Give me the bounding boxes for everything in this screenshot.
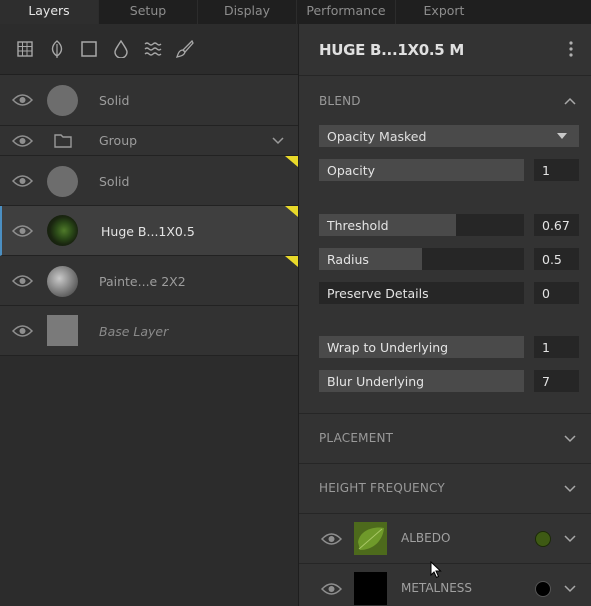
layer-name: Painte...e 2X2 — [99, 274, 186, 289]
warning-corner-marker — [285, 256, 298, 267]
waves-icon[interactable] — [144, 40, 162, 58]
layer-row-group[interactable]: Group — [0, 126, 298, 156]
preserve-details-value-field[interactable]: 0 — [534, 282, 579, 304]
layers-panel: Solid Group Solid Huge B...1X0.5 Painte.… — [0, 24, 298, 606]
panel-title: HUGE B...1X0.5 M — [319, 41, 464, 59]
layer-thumbnail — [47, 166, 78, 197]
threshold-slider[interactable]: Threshold — [319, 214, 524, 236]
layer-row-base[interactable]: Base Layer — [0, 306, 298, 356]
radius-slider[interactable]: Radius — [319, 248, 524, 270]
metalness-color-swatch[interactable] — [535, 581, 551, 597]
eye-icon[interactable] — [12, 274, 33, 288]
threshold-value-field[interactable]: 0.67 — [534, 214, 579, 236]
albedo-thumbnail — [354, 522, 387, 555]
chevron-up-icon[interactable] — [564, 97, 576, 105]
channel-row-albedo[interactable]: ALBEDO — [299, 513, 591, 563]
opacity-value-field[interactable]: 1 — [534, 159, 579, 181]
slider-label: Preserve Details — [327, 286, 429, 301]
field-value: 7 — [542, 374, 550, 389]
layer-row-solid-1[interactable]: Solid — [0, 75, 298, 126]
tab-bar: Layers Setup Display Performance Export — [0, 0, 591, 24]
layer-row-solid-2[interactable]: Solid — [0, 156, 298, 206]
wrap-to-underlying-value-field[interactable]: 1 — [534, 336, 579, 358]
blend-section-header[interactable]: BLEND — [299, 75, 591, 125]
grid-icon[interactable] — [16, 40, 34, 58]
tab-display[interactable]: Display — [198, 0, 297, 24]
section-label: PLACEMENT — [319, 431, 394, 445]
metalness-thumbnail — [354, 572, 387, 605]
slider-label: Radius — [327, 252, 369, 267]
dropdown-arrow-icon — [557, 133, 567, 139]
placement-section-header[interactable]: PLACEMENT — [299, 413, 591, 463]
eye-icon[interactable] — [12, 224, 33, 238]
opacity-slider[interactable]: Opacity — [319, 159, 524, 181]
slider-label: Wrap to Underlying — [327, 340, 449, 355]
slider-label: Blur Underlying — [327, 374, 425, 389]
folder-icon — [54, 133, 72, 148]
eye-icon[interactable] — [321, 582, 342, 596]
section-label: HEIGHT FREQUENCY — [319, 481, 445, 495]
albedo-color-swatch[interactable] — [535, 531, 551, 547]
eye-icon[interactable] — [12, 93, 33, 107]
layer-thumbnail — [47, 85, 78, 116]
slider-label: Threshold — [327, 218, 389, 233]
blur-underlying-value-field[interactable]: 7 — [534, 370, 579, 392]
brush-icon[interactable] — [176, 40, 194, 58]
eye-icon[interactable] — [321, 532, 342, 546]
layer-name: Huge B...1X0.5 — [101, 224, 195, 239]
eye-icon[interactable] — [12, 324, 33, 338]
layer-name: Group — [99, 133, 138, 148]
chevron-down-icon[interactable] — [564, 435, 576, 443]
radius-value-field[interactable]: 0.5 — [534, 248, 579, 270]
wrap-to-underlying-slider[interactable]: Wrap to Underlying — [319, 336, 524, 358]
properties-panel: HUGE B...1X0.5 M BLEND Opacity Masked Op… — [298, 24, 591, 606]
chevron-down-icon[interactable] — [564, 585, 576, 593]
square-icon[interactable] — [80, 40, 98, 58]
tab-setup[interactable]: Setup — [99, 0, 198, 24]
slider-label: Opacity — [327, 163, 376, 178]
leaf-icon[interactable] — [48, 40, 66, 58]
tab-layers[interactable]: Layers — [0, 0, 99, 24]
drop-icon[interactable] — [112, 40, 130, 58]
channel-label: ALBEDO — [401, 531, 451, 545]
field-value: 1 — [542, 163, 550, 178]
layer-thumbnail — [47, 266, 78, 297]
layer-toolbar — [0, 24, 298, 75]
blend-mode-value: Opacity Masked — [327, 129, 427, 144]
channel-row-metalness[interactable]: METALNESS — [299, 563, 591, 606]
blur-underlying-slider[interactable]: Blur Underlying — [319, 370, 524, 392]
more-menu-icon[interactable] — [569, 41, 573, 57]
eye-icon[interactable] — [12, 134, 33, 148]
mouse-cursor-icon — [430, 560, 442, 579]
layer-row-huge-b[interactable]: Huge B...1X0.5 — [0, 206, 298, 256]
height-frequency-section-header[interactable]: HEIGHT FREQUENCY — [299, 463, 591, 513]
section-label: BLEND — [319, 94, 361, 108]
blend-mode-dropdown[interactable]: Opacity Masked — [319, 125, 579, 147]
field-value: 0 — [542, 286, 550, 301]
tab-export[interactable]: Export — [396, 0, 492, 24]
eye-icon[interactable] — [12, 174, 33, 188]
layer-name: Base Layer — [99, 324, 169, 339]
warning-corner-marker — [285, 206, 298, 217]
tab-performance[interactable]: Performance — [297, 0, 396, 24]
channel-label: METALNESS — [401, 581, 473, 595]
layer-row-painted[interactable]: Painte...e 2X2 — [0, 256, 298, 306]
chevron-down-icon[interactable] — [564, 535, 576, 543]
layer-name: Solid — [99, 174, 130, 189]
layer-name: Solid — [99, 93, 130, 108]
layer-thumbnail — [47, 215, 78, 246]
chevron-down-icon[interactable] — [272, 137, 284, 145]
layer-thumbnail — [47, 315, 78, 346]
field-value: 0.5 — [542, 252, 562, 267]
field-value: 0.67 — [542, 218, 570, 233]
chevron-down-icon[interactable] — [564, 485, 576, 493]
warning-corner-marker — [285, 156, 298, 167]
preserve-details-slider[interactable]: Preserve Details — [319, 282, 524, 304]
field-value: 1 — [542, 340, 550, 355]
